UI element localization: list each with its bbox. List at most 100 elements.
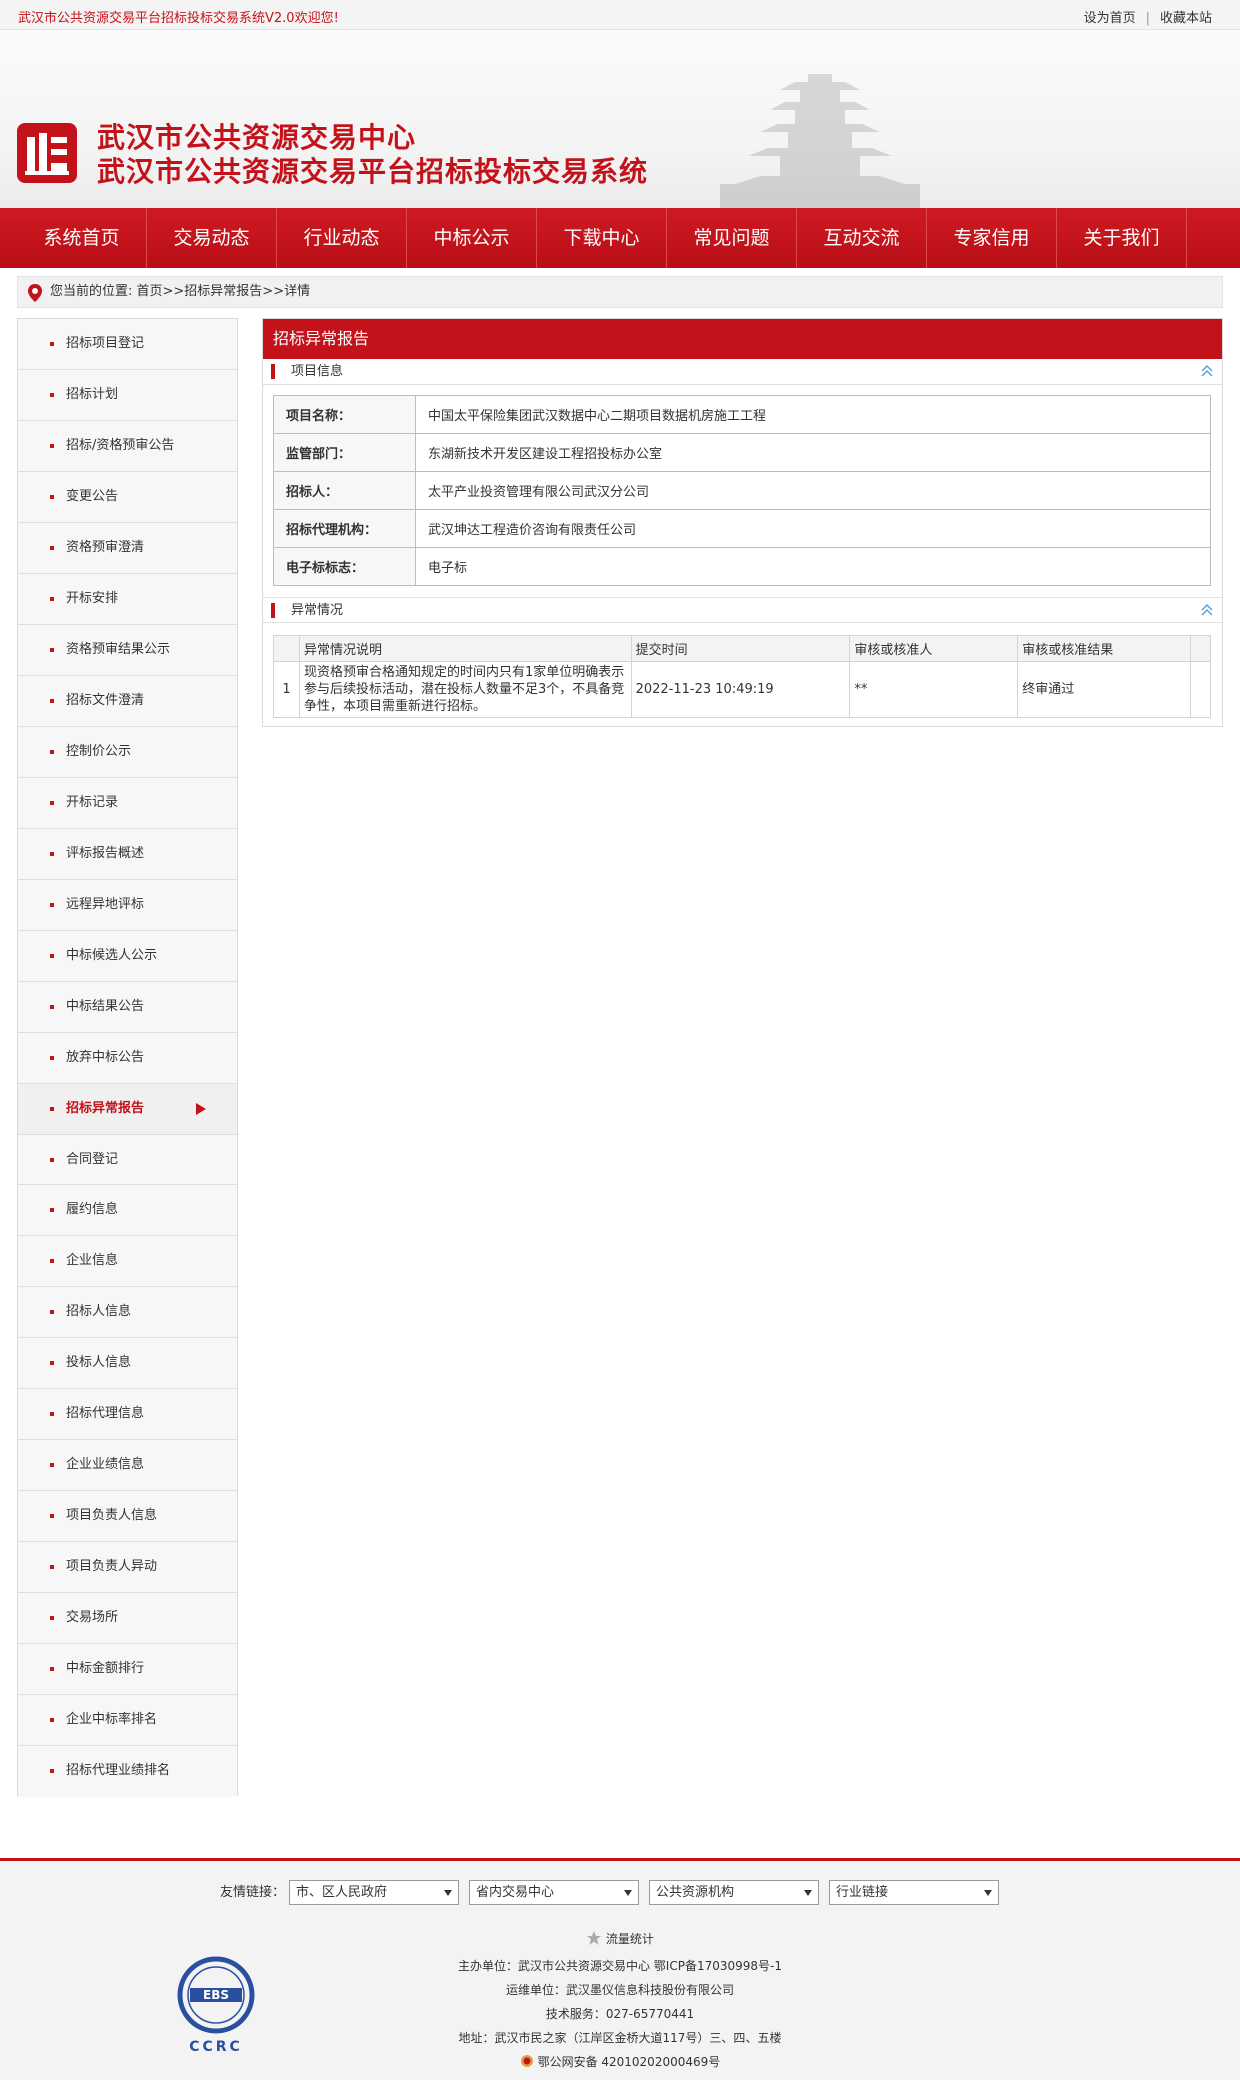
table-header: 提交时间 [630, 635, 851, 662]
info-value: 电子标 [415, 547, 1211, 586]
sidebar-item[interactable]: 开标安排 [18, 573, 237, 625]
friend-links-label: 友情链接： [220, 1885, 286, 1900]
friend-link-select-province[interactable]: 省内交易中心 [469, 1880, 639, 1905]
sidebar-item[interactable]: 招标代理业绩排名 [18, 1746, 237, 1798]
sidebar-item-label: 企业中标率排名 [66, 1712, 158, 1728]
info-key: 招标人： [273, 471, 416, 510]
nav-item-industry-news[interactable]: 行业动态 [277, 208, 407, 268]
sidebar-item[interactable]: 招标项目登记 [18, 319, 237, 370]
sidebar-item[interactable]: 资格预审澄清 [18, 522, 237, 574]
bullet-icon [50, 749, 54, 754]
sidebar-item[interactable]: 企业信息 [18, 1236, 237, 1288]
project-info-table: 项目名称： 中国太平保险集团武汉数据中心二期项目数据机房施工工程 监管部门： 东… [273, 395, 1211, 586]
detail-panel: 招标异常报告 项目信息 项目名称： 中国太平保险集团武汉数据中心二期项目数据机房… [262, 318, 1223, 727]
table-header-index [273, 635, 300, 662]
friend-link-select-gov[interactable]: 市、区人民政府 [289, 1880, 459, 1905]
table-row: 招标人： 太平产业投资管理有限公司武汉分公司 [273, 471, 1211, 510]
section-title: 异常情况 [291, 603, 344, 618]
bookmark-link[interactable]: 收藏本站 [1160, 11, 1212, 26]
chevron-down-icon [624, 1890, 632, 1896]
friend-link-select-agency[interactable]: 公共资源机构 [649, 1880, 819, 1905]
sidebar-item-label: 控制价公示 [66, 743, 132, 759]
section-header-abnormal: 异常情况 [263, 597, 1222, 623]
pagoda-illustration [720, 74, 920, 208]
sidebar-item[interactable]: 变更公告 [18, 471, 237, 523]
sidebar-item-label: 放弃中标公告 [66, 1049, 145, 1065]
sidebar-item[interactable]: 招标人信息 [18, 1287, 237, 1339]
sidebar-item[interactable]: 履约信息 [18, 1185, 237, 1237]
abnormal-table: 异常情况说明 提交时间 审核或核准人 审核或核准结果 1 现资格预审合格通知规定… [273, 635, 1212, 718]
table-header: 审核或核准结果 [1017, 635, 1191, 662]
bullet-icon [50, 392, 54, 397]
sidebar-item-label: 招标文件澄清 [66, 692, 145, 708]
nav-item-about[interactable]: 关于我们 [1057, 208, 1187, 268]
sidebar-item[interactable]: 评标报告概述 [18, 828, 237, 880]
nav-item-downloads[interactable]: 下载中心 [537, 208, 667, 268]
row-index: 1 [273, 661, 300, 718]
sidebar-item-label: 招标项目登记 [66, 336, 145, 351]
breadcrumb-text[interactable]: 您当前的位置: 首页>>招标异常报告>>详情 [50, 284, 310, 299]
sidebar-item[interactable]: 招标代理信息 [18, 1389, 237, 1441]
footer-police: 鄂公网安备 42010202000469号 [0, 2053, 1240, 2070]
sidebar-item[interactable]: 远程异地评标 [18, 879, 237, 931]
bullet-icon [50, 1259, 54, 1264]
police-badge-icon [520, 2055, 533, 2067]
sidebar-item-active[interactable]: 招标异常报告 [18, 1083, 237, 1135]
sidebar-item-label: 企业业绩信息 [66, 1457, 145, 1473]
bullet-icon [50, 902, 54, 907]
sidebar-item[interactable]: 招标文件澄清 [18, 675, 237, 727]
bullet-icon [50, 953, 54, 958]
nav-item-interaction[interactable]: 互动交流 [797, 208, 927, 268]
ccrc-text: CCRC [189, 2039, 243, 2055]
sidebar-item[interactable]: 招标计划 [18, 369, 237, 421]
sidebar-item[interactable]: 企业业绩信息 [18, 1440, 237, 1492]
select-value: 公共资源机构 [656, 1885, 735, 1900]
sidebar-item-label: 开标安排 [66, 590, 119, 606]
bullet-icon [50, 1004, 54, 1009]
nav-item-home[interactable]: 系统首页 [17, 208, 147, 268]
set-home-link[interactable]: 设为首页 [1084, 11, 1136, 26]
sidebar-item[interactable]: 开标记录 [18, 777, 237, 829]
sidebar-item-label: 招标代理信息 [66, 1406, 145, 1422]
nav-item-expert-credit[interactable]: 专家信用 [927, 208, 1057, 268]
bullet-icon [50, 443, 54, 448]
sidebar-item[interactable]: 合同登记 [18, 1134, 237, 1186]
nav-item-trade-news[interactable]: 交易动态 [147, 208, 277, 268]
sidebar-item[interactable]: 招标/资格预审公告 [18, 420, 237, 472]
sidebar-item[interactable]: 资格预审结果公示 [18, 624, 237, 676]
collapse-up-icon[interactable] [1200, 363, 1214, 379]
sidebar-item[interactable]: 项目负责人信息 [18, 1491, 237, 1543]
collapse-up-icon[interactable] [1200, 602, 1214, 618]
nav-item-faq[interactable]: 常见问题 [667, 208, 797, 268]
bullet-icon [50, 1514, 54, 1519]
sidebar-item[interactable]: 项目负责人异动 [18, 1542, 237, 1594]
sidebar-item[interactable]: 放弃中标公告 [18, 1032, 237, 1084]
bullet-icon [50, 545, 54, 550]
stats-link[interactable]: 流量统计 [606, 1932, 654, 1946]
breadcrumb: 您当前的位置: 首页>>招标异常报告>>详情 [17, 276, 1223, 308]
stats-line: 流量统计 [0, 1930, 1240, 1947]
friend-link-select-industry[interactable]: 行业链接 [829, 1880, 999, 1905]
top-links: 设为首页 | 收藏本站 [1084, 7, 1212, 26]
review-result: 终审通过 [1017, 661, 1191, 718]
table-header-spacer [1189, 635, 1212, 662]
sidebar-item[interactable]: 企业中标率排名 [18, 1695, 237, 1747]
chevron-down-icon [804, 1890, 812, 1896]
bullet-icon [50, 851, 54, 856]
info-key: 项目名称： [273, 395, 416, 434]
sidebar-item[interactable]: 投标人信息 [18, 1338, 237, 1390]
sidebar-item-label: 投标人信息 [66, 1355, 132, 1371]
sidebar-item[interactable]: 控制价公示 [18, 726, 237, 778]
bullet-icon [50, 1769, 54, 1774]
section-title: 项目信息 [291, 364, 344, 379]
sidebar-item-label: 资格预审澄清 [66, 539, 145, 555]
sidebar-item[interactable]: 中标候选人公示 [18, 930, 237, 982]
info-key: 招标代理机构： [273, 509, 416, 548]
sidebar-item[interactable]: 中标结果公告 [18, 981, 237, 1033]
sidebar-item[interactable]: 交易场所 [18, 1593, 237, 1645]
sidebar-item-label: 招标/资格预审公告 [66, 437, 175, 453]
ebs-ccrc-logo: EBS CCRC [177, 1956, 255, 2055]
nav-item-award-notice[interactable]: 中标公示 [407, 208, 537, 268]
sidebar-item[interactable]: 中标金额排行 [18, 1644, 237, 1696]
bullet-icon [50, 1157, 54, 1162]
